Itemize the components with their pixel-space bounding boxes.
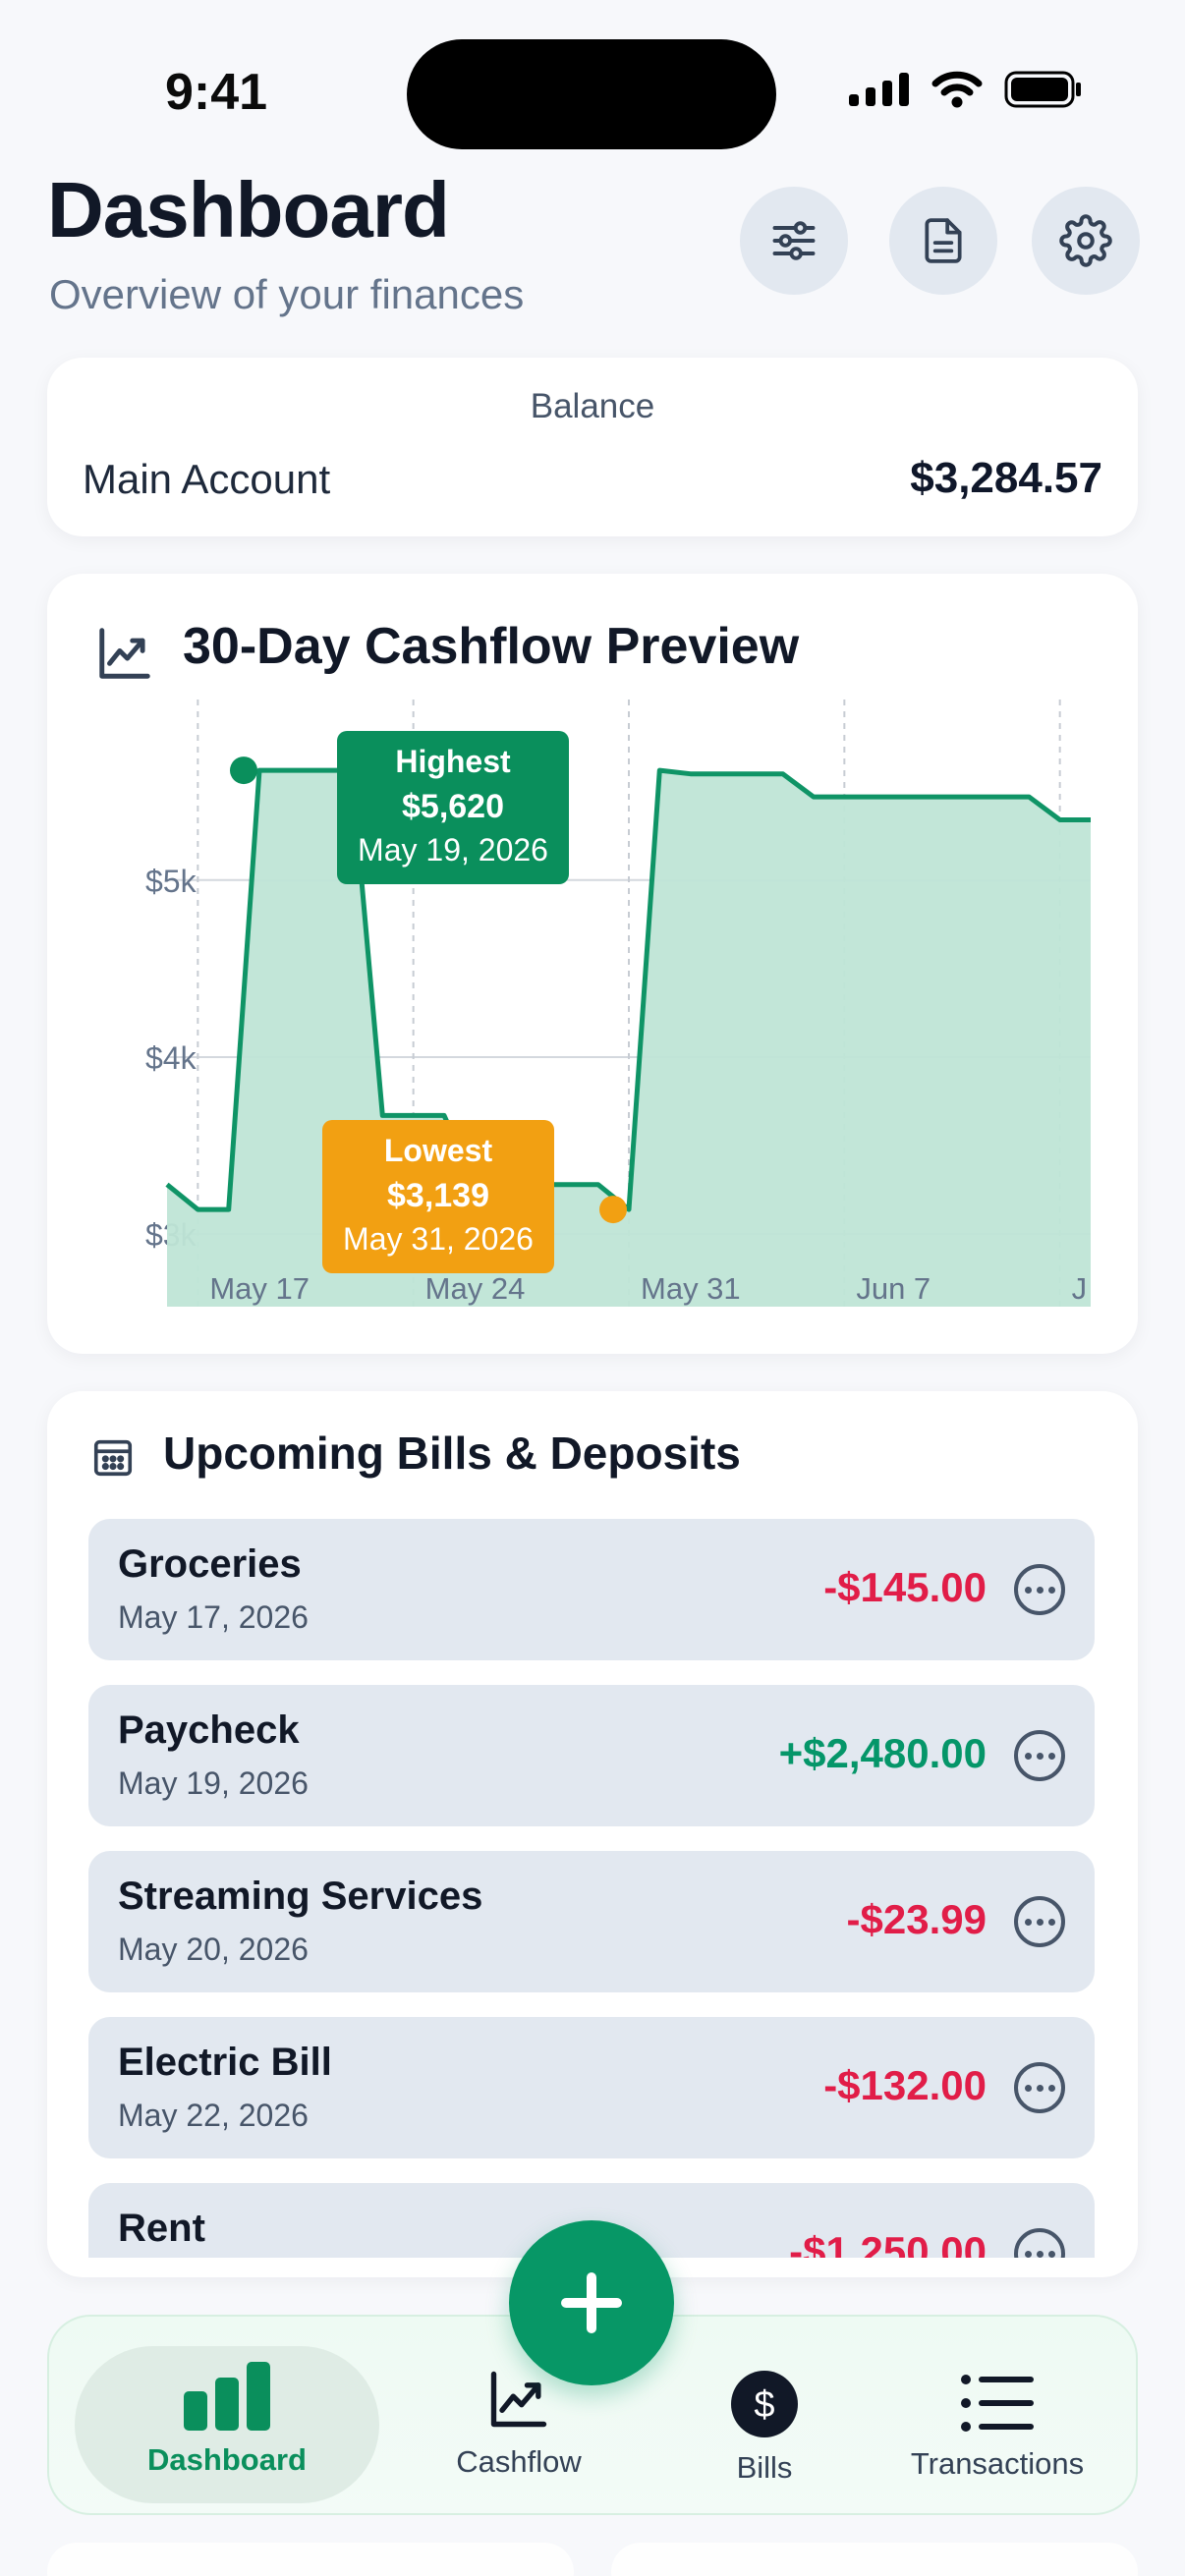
tab-transactions[interactable]: Transactions (875, 2346, 1120, 2503)
more-options-button[interactable] (1014, 2228, 1065, 2258)
filter-button[interactable] (740, 187, 848, 295)
status-time: 9:41 (165, 64, 268, 121)
dot-icon (1047, 2250, 1055, 2258)
y-tick-label: $4k (145, 1040, 198, 1076)
status-icons (849, 71, 1083, 108)
lowest-point (599, 1196, 627, 1224)
bill-date: May 19, 2026 (118, 1765, 309, 1801)
dot-icon (1036, 1586, 1044, 1594)
status-bar: 9:41 (0, 0, 1185, 177)
bill-row[interactable]: Paycheck May 19, 2026 +$2,480.00 (88, 1685, 1095, 1826)
bar-chart-icon (184, 2362, 270, 2431)
bill-name: Paycheck (118, 1708, 300, 1752)
peek-card-right (611, 2543, 1138, 2576)
tab-label-transactions: Transactions (910, 2446, 1085, 2481)
more-options-button[interactable] (1014, 1564, 1065, 1615)
dot-icon (1036, 2084, 1044, 2092)
bill-name: Groceries (118, 1542, 302, 1586)
balance-label: Balance (530, 387, 655, 425)
plus-icon (561, 2272, 622, 2333)
bill-amount: -$1,250.00 (789, 2228, 987, 2258)
highest-callout-value: $5,620 (402, 788, 504, 825)
dollar-icon: $ (731, 2371, 798, 2437)
tab-label-cashflow: Cashflow (456, 2444, 582, 2479)
bill-name: Streaming Services (118, 1875, 483, 1918)
tab-bills[interactable]: $ Bills (658, 2346, 871, 2503)
page-title: Dashboard (47, 166, 450, 253)
sliders-icon (772, 221, 816, 260)
x-tick-label: J (1072, 1271, 1088, 1306)
document-icon (925, 218, 962, 263)
dot-icon (1047, 1586, 1055, 1594)
more-options-button[interactable] (1014, 2062, 1065, 2113)
x-tick-label: May 24 (425, 1271, 526, 1306)
dot-icon (1036, 2250, 1044, 2258)
account-balance: $3,284.57 (910, 454, 1102, 502)
dot-icon (1047, 1918, 1055, 1926)
dot-icon (1036, 1918, 1044, 1926)
bills-title: Upcoming Bills & Deposits (163, 1428, 741, 1479)
tab-dashboard[interactable]: Dashboard (75, 2346, 379, 2503)
bill-amount: -$23.99 (846, 1896, 987, 1942)
add-button[interactable] (509, 2220, 674, 2385)
dot-icon (1036, 1752, 1044, 1760)
wifi-icon (931, 71, 983, 108)
battery-icon (1004, 71, 1081, 108)
bills-list: Groceries May 17, 2026 -$145.00 Paycheck May… (88, 1519, 1095, 2258)
highest-callout-date: May 19, 2026 (358, 832, 548, 868)
account-name: Main Account (83, 456, 331, 502)
balance-card[interactable]: Balance Main Account $3,284.57 (47, 358, 1138, 536)
dot-icon (1047, 2084, 1055, 2092)
bill-date: May 20, 2026 (118, 1932, 309, 1967)
area-fill (167, 770, 1091, 1307)
x-tick-label: May 31 (641, 1271, 741, 1306)
dot-icon (1047, 1752, 1055, 1760)
tab-label-dashboard: Dashboard (147, 2442, 307, 2477)
dot-icon (1024, 2084, 1032, 2092)
gear-icon (1059, 214, 1112, 267)
bill-date: May 17, 2026 (118, 1599, 309, 1635)
bill-amount: -$132.00 (823, 2062, 987, 2108)
highest-callout-label: Highest (395, 744, 511, 779)
x-tick-label: Jun 7 (856, 1271, 931, 1306)
more-options-button[interactable] (1014, 1896, 1065, 1947)
x-tick-label: May 17 (209, 1271, 310, 1306)
bill-row[interactable]: Electric Bill May 22, 2026 -$132.00 (88, 2017, 1095, 2158)
line-chart-icon (490, 2371, 547, 2428)
lowest-callout-label: Lowest (384, 1133, 493, 1168)
bill-name: Rent (118, 2207, 205, 2250)
bill-row[interactable]: Groceries May 17, 2026 -$145.00 (88, 1519, 1095, 1660)
lowest-callout-date: May 31, 2026 (343, 1221, 534, 1257)
signal-icon (849, 73, 909, 106)
page-subtitle: Overview of your finances (49, 271, 525, 317)
settings-button[interactable] (1032, 187, 1140, 295)
more-options-button[interactable] (1014, 1730, 1065, 1781)
svg-text:$: $ (754, 2384, 774, 2426)
bill-date: May 22, 2026 (118, 2098, 309, 2133)
peek-card-left (47, 2543, 574, 2576)
calendar-icon (93, 1439, 133, 1477)
dot-icon (1024, 1918, 1032, 1926)
dot-icon (1024, 1752, 1032, 1760)
bill-amount: -$145.00 (823, 1564, 987, 1610)
y-tick-label: $5k (145, 864, 198, 899)
tab-label-bills: Bills (736, 2450, 793, 2485)
bill-name: Electric Bill (118, 2041, 332, 2084)
list-icon (961, 2375, 1034, 2432)
report-button[interactable] (889, 187, 997, 295)
lowest-callout-value: $3,139 (387, 1177, 489, 1214)
bill-amount: +$2,480.00 (778, 1730, 987, 1776)
dot-icon (1024, 2250, 1032, 2258)
dot-icon (1024, 1586, 1032, 1594)
cashflow-card[interactable]: 30-Day Cashflow Preview $5k$4k$3kMay 17M… (47, 574, 1138, 1354)
bill-row[interactable]: Streaming Services May 20, 2026 -$23.99 (88, 1851, 1095, 1992)
cashflow-chart[interactable]: $5k$4k$3kMay 17May 24May 31Jun 7JHighest… (47, 574, 1138, 1354)
highest-point (230, 756, 257, 785)
dynamic-island (407, 39, 776, 149)
bills-card: Upcoming Bills & Deposits Groceries May 1… (47, 1391, 1138, 2277)
